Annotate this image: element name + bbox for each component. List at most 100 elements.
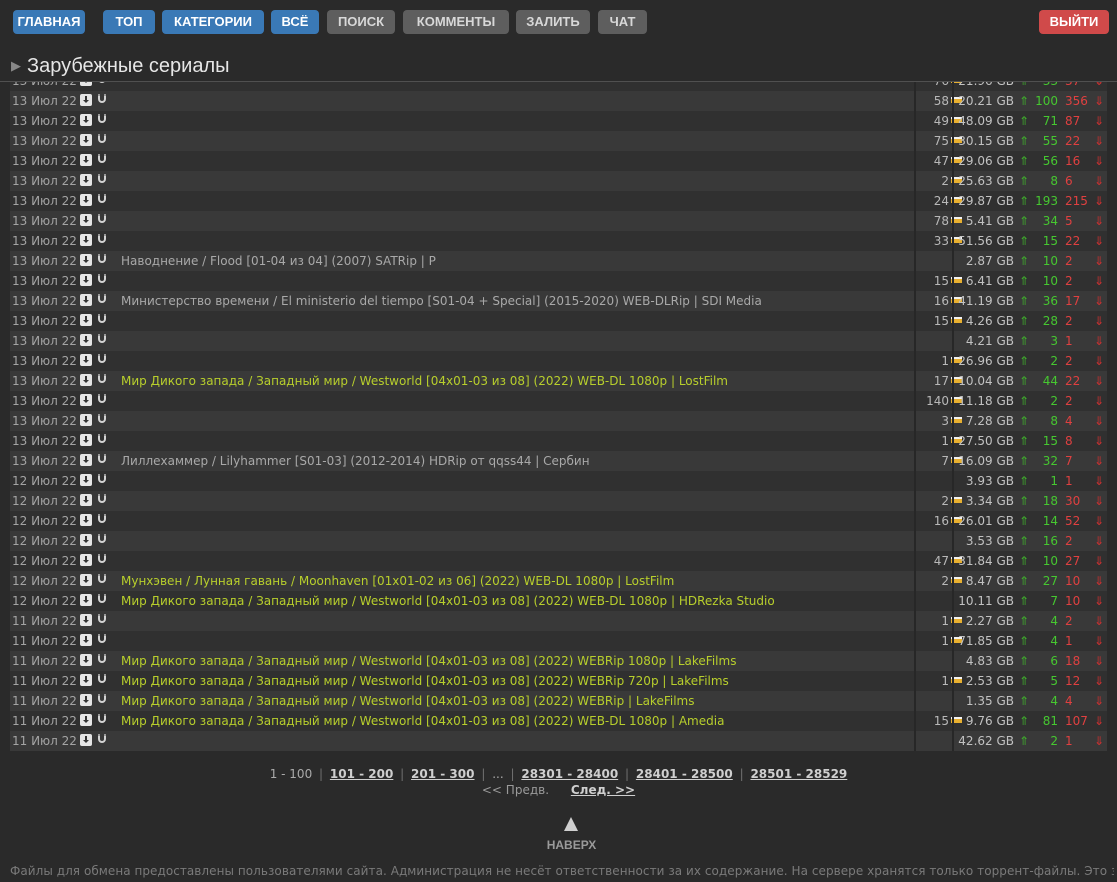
download-icon[interactable] xyxy=(80,134,92,146)
magnet-icon[interactable] xyxy=(96,413,108,427)
download-icon[interactable] xyxy=(80,514,92,526)
comment-count[interactable]: 17 xyxy=(934,371,949,391)
download-icon[interactable] xyxy=(80,154,92,166)
magnet-icon[interactable] xyxy=(96,733,108,747)
magnet-icon[interactable] xyxy=(96,133,108,147)
magnet-icon[interactable] xyxy=(96,573,108,587)
nav-home-button[interactable]: ГЛАВНАЯ xyxy=(13,10,85,34)
download-icon[interactable] xyxy=(80,354,92,366)
download-icon[interactable] xyxy=(80,574,92,586)
comment-count[interactable]: 75 xyxy=(934,131,949,151)
comment-count[interactable]: 140 xyxy=(926,391,949,411)
nav-logout-button[interactable]: ВЫЙТИ xyxy=(1039,10,1109,34)
magnet-icon[interactable] xyxy=(96,473,108,487)
magnet-icon[interactable] xyxy=(96,82,108,87)
download-icon[interactable] xyxy=(80,714,92,726)
scroll-top-arrow-icon[interactable] xyxy=(562,815,580,833)
pager-link[interactable]: 28501 - 28529 xyxy=(750,767,847,781)
download-icon[interactable] xyxy=(80,214,92,226)
download-icon[interactable] xyxy=(80,654,92,666)
download-icon[interactable] xyxy=(80,674,92,686)
comment-count[interactable]: 2 xyxy=(941,171,949,191)
download-icon[interactable] xyxy=(80,274,92,286)
torrent-title-link[interactable]: Мир Дикого запада / Западный мир / Westw… xyxy=(121,671,729,691)
magnet-icon[interactable] xyxy=(96,653,108,667)
torrent-title-link[interactable]: Наводнение / Flood [01-04 из 04] (2007) … xyxy=(121,251,436,271)
torrent-title-link[interactable]: Мир Дикого запада / Западный мир / Westw… xyxy=(121,711,724,731)
comment-count[interactable]: 15 xyxy=(934,271,949,291)
magnet-icon[interactable] xyxy=(96,113,108,127)
magnet-icon[interactable] xyxy=(96,613,108,627)
download-icon[interactable] xyxy=(80,614,92,626)
download-icon[interactable] xyxy=(80,82,92,86)
download-icon[interactable] xyxy=(80,94,92,106)
download-icon[interactable] xyxy=(80,114,92,126)
magnet-icon[interactable] xyxy=(96,373,108,387)
download-icon[interactable] xyxy=(80,194,92,206)
comment-count[interactable]: 1 xyxy=(941,631,949,651)
download-icon[interactable] xyxy=(80,454,92,466)
magnet-icon[interactable] xyxy=(96,673,108,687)
comment-count[interactable]: 1 xyxy=(941,351,949,371)
magnet-icon[interactable] xyxy=(96,253,108,267)
magnet-icon[interactable] xyxy=(96,153,108,167)
download-icon[interactable] xyxy=(80,434,92,446)
collapse-triangle-icon[interactable]: ▶ xyxy=(11,58,21,73)
magnet-icon[interactable] xyxy=(96,393,108,407)
pager-link[interactable]: 201 - 300 xyxy=(411,767,474,781)
comment-count[interactable]: 1 xyxy=(941,431,949,451)
comment-count[interactable]: 33 xyxy=(934,231,949,251)
comment-count[interactable]: 58 xyxy=(934,91,949,111)
comment-count[interactable]: 47 xyxy=(934,151,949,171)
comment-count[interactable]: 1 xyxy=(941,611,949,631)
comment-count[interactable]: 3 xyxy=(941,411,949,431)
comment-count[interactable]: 24 xyxy=(934,191,949,211)
download-icon[interactable] xyxy=(80,554,92,566)
magnet-icon[interactable] xyxy=(96,633,108,647)
comment-count[interactable]: 76 xyxy=(934,82,949,91)
download-icon[interactable] xyxy=(80,174,92,186)
nav-categories-button[interactable]: КАТЕГОРИИ xyxy=(162,10,264,34)
scroll-top-label[interactable]: НАВЕРХ xyxy=(0,838,1117,852)
download-icon[interactable] xyxy=(80,374,92,386)
magnet-icon[interactable] xyxy=(96,433,108,447)
torrent-title-link[interactable]: Мир Дикого запада / Западный мир / Westw… xyxy=(121,371,728,391)
comment-count[interactable]: 49 xyxy=(934,111,949,131)
download-icon[interactable] xyxy=(80,414,92,426)
magnet-icon[interactable] xyxy=(96,93,108,107)
download-icon[interactable] xyxy=(80,254,92,266)
torrent-title-link[interactable]: Мунхэвен / Лунная гавань / Moonhaven [01… xyxy=(121,571,674,591)
magnet-icon[interactable] xyxy=(96,333,108,347)
torrent-title-link[interactable]: Лиллехаммер / Lilyhammer [S01-03] (2012-… xyxy=(121,451,590,471)
comment-count[interactable]: 7 xyxy=(941,451,949,471)
download-icon[interactable] xyxy=(80,734,92,746)
magnet-icon[interactable] xyxy=(96,533,108,547)
magnet-icon[interactable] xyxy=(96,193,108,207)
nav-search-button[interactable]: ПОИСК xyxy=(327,10,395,34)
comment-count[interactable]: 15 xyxy=(934,711,949,731)
nav-chat-button[interactable]: ЧАТ xyxy=(598,10,647,34)
torrent-title-link[interactable]: Мир Дикого запада / Западный мир / Westw… xyxy=(121,591,775,611)
magnet-icon[interactable] xyxy=(96,553,108,567)
torrent-title-link[interactable]: Мир Дикого запада / Западный мир / Westw… xyxy=(121,691,694,711)
magnet-icon[interactable] xyxy=(96,493,108,507)
download-icon[interactable] xyxy=(80,394,92,406)
comment-count[interactable]: 2 xyxy=(941,571,949,591)
magnet-icon[interactable] xyxy=(96,293,108,307)
magnet-icon[interactable] xyxy=(96,313,108,327)
comment-count[interactable]: 15 xyxy=(934,311,949,331)
magnet-icon[interactable] xyxy=(96,353,108,367)
nav-all-button[interactable]: ВСЁ xyxy=(271,10,319,34)
nav-top-button[interactable]: ТОП xyxy=(103,10,155,34)
pager-link[interactable]: 101 - 200 xyxy=(330,767,393,781)
download-icon[interactable] xyxy=(80,694,92,706)
download-icon[interactable] xyxy=(80,234,92,246)
magnet-icon[interactable] xyxy=(96,173,108,187)
comment-count[interactable]: 16 xyxy=(934,511,949,531)
comment-count[interactable]: 78 xyxy=(934,211,949,231)
download-icon[interactable] xyxy=(80,494,92,506)
torrent-title-link[interactable]: Министерство времени / El ministerio del… xyxy=(121,291,762,311)
download-icon[interactable] xyxy=(80,334,92,346)
comment-count[interactable]: 47 xyxy=(934,551,949,571)
download-icon[interactable] xyxy=(80,294,92,306)
